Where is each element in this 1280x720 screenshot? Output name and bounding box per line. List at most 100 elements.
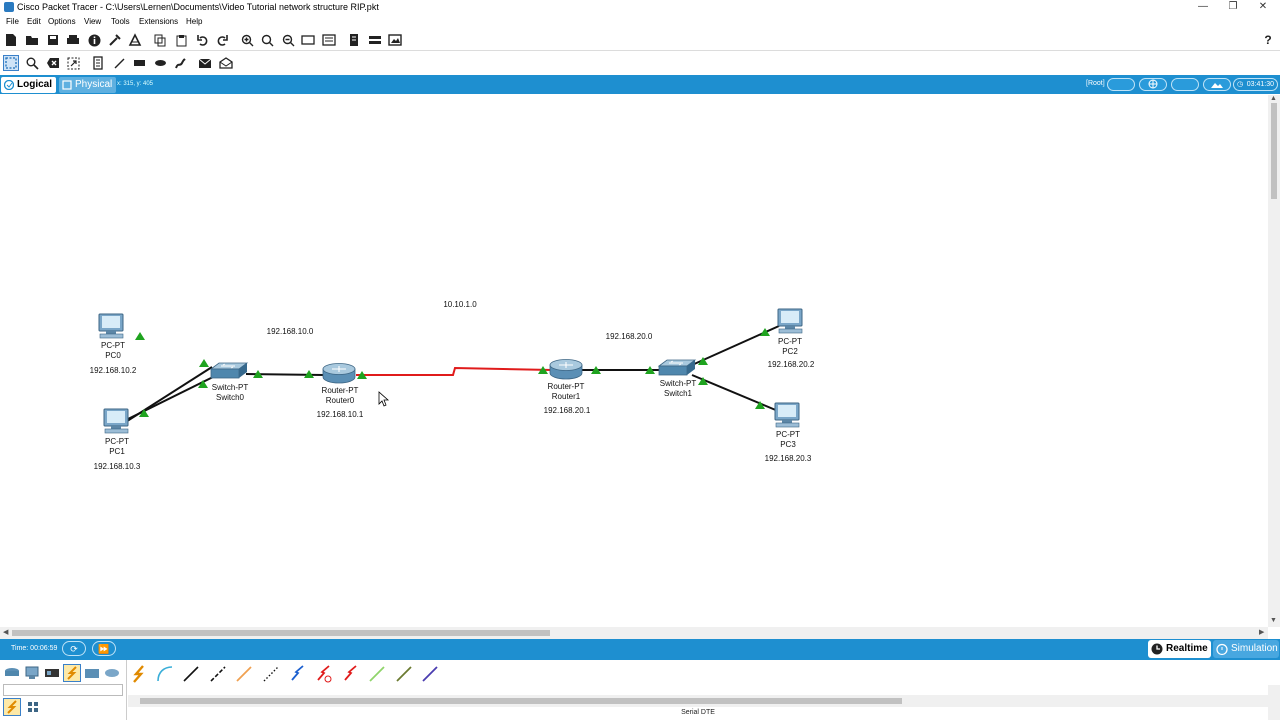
- scroll-right-icon[interactable]: ▶: [1259, 628, 1264, 636]
- switch0-device-icon[interactable]: [209, 362, 249, 379]
- device-list-icon[interactable]: [367, 32, 383, 48]
- pc2-ip[interactable]: 192.168.20.2: [768, 360, 815, 369]
- root-breadcrumb[interactable]: [Root]: [1086, 80, 1105, 87]
- router0-ip[interactable]: 192.168.10.1: [317, 410, 364, 419]
- octal-cable-icon[interactable]: [365, 662, 389, 686]
- link-serial-router0-router1[interactable]: [356, 366, 553, 376]
- select-tool-icon[interactable]: [3, 55, 19, 71]
- scroll-up-icon[interactable]: ▲: [1270, 95, 1277, 102]
- network-label-192-168-20-0[interactable]: 192.168.20.0: [606, 332, 653, 341]
- network-label-192-168-10-0[interactable]: 192.168.10.0: [267, 327, 314, 336]
- switch1-device-icon[interactable]: [657, 359, 697, 376]
- automatic-connection-icon[interactable]: [126, 662, 150, 686]
- menu-tools[interactable]: Tools: [111, 17, 130, 26]
- close-button[interactable]: ✕: [1248, 0, 1278, 15]
- delete-tool-icon[interactable]: [45, 55, 61, 71]
- screenshot-icon[interactable]: [387, 32, 403, 48]
- zoom-out-icon[interactable]: [280, 32, 296, 48]
- fast-forward-time-button[interactable]: ⏩: [92, 641, 116, 656]
- grid-subcategory-icon[interactable]: [24, 698, 42, 716]
- palette-horizontal-scrollbar[interactable]: [128, 695, 1268, 707]
- menu-options[interactable]: Options: [48, 17, 76, 26]
- viewport-button[interactable]: [1203, 78, 1231, 91]
- pc0-device-icon[interactable]: [98, 313, 124, 339]
- connections-subcategory-icon[interactable]: [3, 698, 21, 716]
- pc0-ip[interactable]: 192.168.10.2: [90, 366, 137, 375]
- iot-custom-cable-icon[interactable]: [392, 662, 416, 686]
- set-tiled-background-button[interactable]: [1171, 78, 1199, 91]
- coaxial-cable-icon[interactable]: [286, 662, 310, 686]
- menu-help[interactable]: Help: [186, 17, 202, 26]
- horizontal-scroll-thumb[interactable]: [12, 630, 550, 636]
- link-pc1-switch0[interactable]: [125, 376, 214, 421]
- open-folder-icon[interactable]: [24, 32, 40, 48]
- tab-realtime[interactable]: Realtime: [1148, 640, 1211, 658]
- palette-scroll-thumb[interactable]: [140, 698, 902, 704]
- miscellaneous-category-icon[interactable]: [83, 664, 101, 682]
- custom-devices-icon[interactable]: [321, 32, 337, 48]
- paste-icon[interactable]: [173, 32, 189, 48]
- draw-ellipse-icon[interactable]: [152, 55, 168, 71]
- serial-dce-icon[interactable]: [312, 662, 336, 686]
- power-cycle-devices-button[interactable]: ⟳: [62, 641, 86, 656]
- notes-icon[interactable]: [346, 32, 362, 48]
- end-devices-category-icon[interactable]: [23, 664, 41, 682]
- phone-cable-icon[interactable]: [259, 662, 283, 686]
- add-complex-pdu-icon[interactable]: [218, 55, 234, 71]
- pc1-ip[interactable]: 192.168.10.3: [94, 462, 141, 471]
- freeform-icon[interactable]: [172, 55, 188, 71]
- tab-logical[interactable]: Logical: [1, 77, 57, 93]
- copy-icon[interactable]: [152, 32, 168, 48]
- drawing-palette-icon[interactable]: [300, 32, 316, 48]
- copper-straight-through-icon[interactable]: [179, 662, 203, 686]
- router1-device-icon[interactable]: [549, 359, 583, 380]
- menu-view[interactable]: View: [84, 17, 101, 26]
- new-cluster-button[interactable]: [1107, 78, 1135, 91]
- move-object-button[interactable]: [1139, 78, 1167, 91]
- pc3-ip[interactable]: 192.168.20.3: [765, 454, 812, 463]
- draw-line-icon[interactable]: [111, 55, 127, 71]
- tab-simulation[interactable]: Simulation: [1213, 640, 1279, 658]
- restore-button[interactable]: ❐: [1218, 0, 1248, 15]
- new-file-icon[interactable]: [3, 32, 19, 48]
- serial-dte-icon[interactable]: [339, 662, 363, 686]
- info-icon[interactable]: [86, 32, 102, 48]
- draw-rectangle-icon[interactable]: [131, 55, 147, 71]
- workspace-horizontal-scrollbar[interactable]: ◀ ▶: [0, 627, 1268, 639]
- tab-physical[interactable]: Physical: [59, 77, 117, 93]
- copper-cross-over-icon[interactable]: [206, 662, 230, 686]
- undo-icon[interactable]: [194, 32, 210, 48]
- help-icon[interactable]: ?: [1260, 32, 1276, 48]
- inspect-tool-icon[interactable]: [24, 55, 40, 71]
- workspace-vertical-scrollbar[interactable]: ▲ ▼: [1268, 95, 1280, 627]
- console-cable-icon[interactable]: [153, 662, 177, 686]
- print-icon[interactable]: [65, 32, 81, 48]
- scroll-left-icon[interactable]: ◀: [3, 628, 8, 636]
- scroll-down-icon[interactable]: ▼: [1270, 617, 1277, 624]
- components-category-icon[interactable]: [43, 664, 61, 682]
- network-devices-category-icon[interactable]: [3, 664, 21, 682]
- vertical-scroll-thumb[interactable]: [1271, 103, 1277, 199]
- menu-edit[interactable]: Edit: [27, 17, 41, 26]
- menu-file[interactable]: File: [6, 17, 19, 26]
- activity-wizard-icon[interactable]: [127, 32, 143, 48]
- router1-ip[interactable]: 192.168.20.1: [544, 406, 591, 415]
- pc3-device-icon[interactable]: [774, 402, 800, 428]
- network-label-10-10-1-0[interactable]: 10.10.1.0: [443, 300, 476, 309]
- add-simple-pdu-icon[interactable]: [197, 55, 213, 71]
- pc2-device-icon[interactable]: [777, 308, 803, 334]
- menu-extensions[interactable]: Extensions: [139, 17, 178, 26]
- zoom-in-icon[interactable]: [239, 32, 255, 48]
- redo-icon[interactable]: [214, 32, 230, 48]
- usb-cable-icon[interactable]: [418, 662, 442, 686]
- logical-workspace[interactable]: 192.168.10.0 10.10.1.0 192.168.20.0 PC-P…: [0, 95, 1268, 627]
- minimize-button[interactable]: —: [1188, 0, 1218, 15]
- palette-vertical-scrollbar[interactable]: [1268, 685, 1280, 720]
- zoom-reset-icon[interactable]: [259, 32, 275, 48]
- multiuser-category-icon[interactable]: [103, 664, 121, 682]
- router0-device-icon[interactable]: [322, 363, 356, 384]
- device-search-input[interactable]: [3, 684, 123, 696]
- pc1-device-icon[interactable]: [103, 408, 129, 434]
- save-icon[interactable]: [45, 32, 61, 48]
- resize-tool-icon[interactable]: [65, 55, 81, 71]
